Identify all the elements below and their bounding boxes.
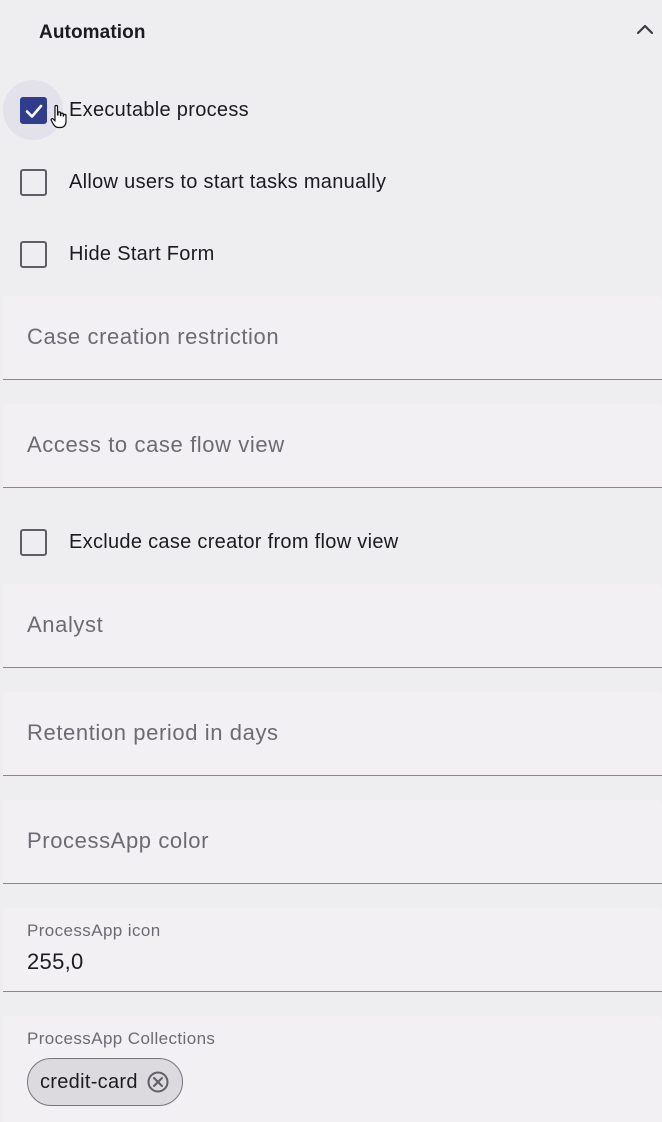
- hand-cursor-icon: [50, 104, 67, 129]
- app-color-field[interactable]: ProcessApp color: [3, 800, 662, 884]
- section-title: Automation: [39, 22, 146, 43]
- exclude-creator-checkbox[interactable]: [20, 529, 47, 556]
- case-creation-restriction-field[interactable]: Case creation restriction: [3, 296, 662, 380]
- app-color-label: ProcessApp color: [27, 828, 210, 853]
- allow-manual-tasks-checkbox[interactable]: [20, 169, 47, 196]
- exclude-creator-label: Exclude case creator from flow view: [69, 531, 399, 553]
- retention-period-field[interactable]: Retention period in days: [3, 692, 662, 776]
- analyst-label: Analyst: [27, 612, 104, 637]
- executable-process-label: Executable process: [69, 99, 249, 121]
- app-icon-field[interactable]: ProcessApp icon 255,0: [3, 908, 662, 992]
- executable-process-checkbox[interactable]: [20, 97, 47, 124]
- case-creation-restriction-label: Case creation restriction: [27, 324, 280, 349]
- analyst-field[interactable]: Analyst: [3, 584, 662, 668]
- executable-process-option[interactable]: Executable process: [0, 80, 662, 152]
- collection-chip-label: credit-card: [40, 1070, 138, 1093]
- exclude-creator-option[interactable]: Exclude case creator from flow view: [0, 512, 662, 584]
- hide-start-form-label: Hide Start Form: [69, 243, 215, 265]
- hide-start-form-option[interactable]: Hide Start Form: [0, 224, 662, 296]
- allow-manual-tasks-option[interactable]: Allow users to start tasks manually: [0, 152, 662, 224]
- collection-chip[interactable]: credit-card: [27, 1058, 183, 1106]
- app-icon-value: 255,0: [27, 949, 84, 974]
- retention-period-label: Retention period in days: [27, 720, 279, 745]
- chevron-up-icon[interactable]: [634, 18, 656, 40]
- automation-panel: Automation Executable process Allow user…: [0, 0, 662, 1122]
- checkmark-icon: [25, 104, 43, 118]
- access-flow-view-field[interactable]: Access to case flow view: [3, 404, 662, 488]
- hide-start-form-checkbox[interactable]: [20, 241, 47, 268]
- access-flow-view-label: Access to case flow view: [27, 432, 285, 457]
- collections-field[interactable]: ProcessApp Collections credit-card: [3, 1016, 662, 1122]
- allow-manual-tasks-label: Allow users to start tasks manually: [69, 171, 387, 193]
- close-circle-icon[interactable]: [146, 1070, 170, 1094]
- collections-label: ProcessApp Collections: [27, 1029, 216, 1048]
- section-header[interactable]: Automation: [0, 0, 662, 66]
- app-icon-label: ProcessApp icon: [27, 921, 161, 940]
